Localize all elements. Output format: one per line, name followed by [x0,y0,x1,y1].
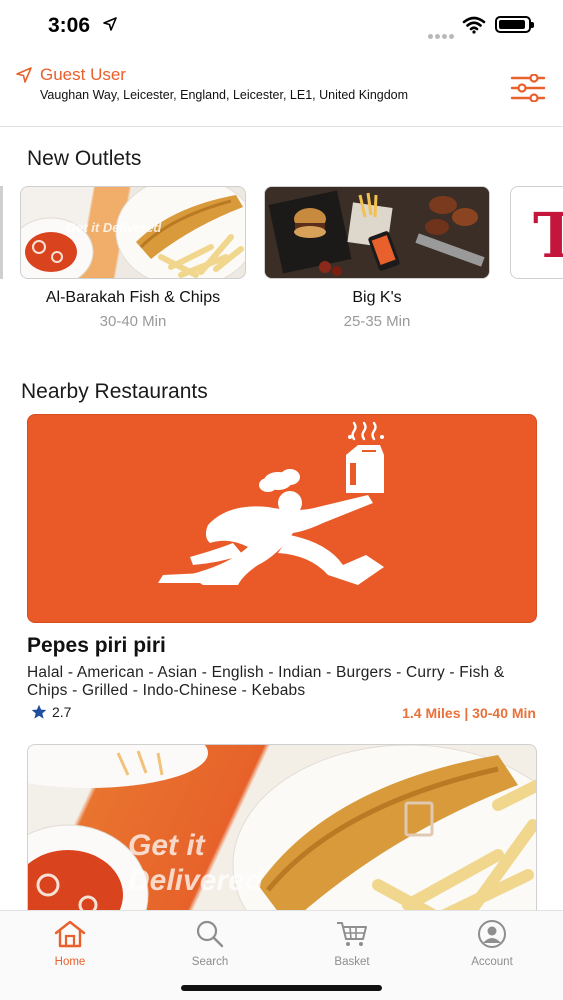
tab-search[interactable]: Search [165,919,255,968]
fish-and-chips-banner-image: Get it Delivered [28,745,536,923]
outlet-name: Al-Barakah Fish & Chips [45,289,221,306]
nearby-restaurants-title: Nearby Restaurants [21,380,208,403]
wifi-icon [462,16,486,34]
rating-value: 2.7 [52,704,72,720]
outlet-delivery-time: 30-40 Min [99,313,167,330]
tab-label: Basket [334,956,370,968]
running-chef-logo-icon [158,421,384,585]
watermark-text: Delivered [128,864,264,897]
restaurant-rating: 2.7 [31,704,71,720]
restaurant-distance-time: 1.4 Miles | 30-40 Min [402,705,536,721]
restaurant-banner[interactable] [27,414,537,623]
sliders-icon[interactable] [510,74,546,102]
outlet-image[interactable]: Get it Delivered [20,186,246,279]
tab-label: Search [191,956,229,968]
tab-label: Account [471,956,513,968]
outlet-card[interactable]: Big K's 25-35 Min [264,186,490,330]
tab-label: Home [54,956,86,968]
star-icon [31,704,47,719]
fish-and-chips-image: Get it Delivered [21,187,245,278]
outlet-name: Big K's [352,289,402,306]
guest-user-label[interactable]: Guest User [40,65,126,85]
outlet-card-peek-right[interactable]: T [510,186,563,279]
outlet-logo-letter: T [533,199,563,272]
delivery-address[interactable]: Vaughan Way, Leicester, England, Leicest… [40,88,408,102]
watermark-text: Get it Delivered [66,220,162,235]
location-services-icon [103,17,117,31]
status-bar: 3:06 [0,0,563,52]
outlet-image[interactable] [264,186,490,279]
restaurant-cuisines: Halal - American - Asian - English - Ind… [27,664,505,699]
tab-home[interactable]: Home [25,919,115,968]
tab-basket[interactable]: Basket [307,919,397,968]
new-outlets-title: New Outlets [27,147,142,170]
restaurant-banner[interactable]: Get it Delivered [27,744,537,924]
tab-account[interactable]: Account [447,919,537,968]
header: Guest User Vaughan Way, Leicester, Engla… [0,52,563,127]
status-time: 3:06 [48,14,91,37]
outlet-delivery-time: 25-35 Min [343,313,411,330]
outlet-card[interactable]: Get it Delivered Al-Barakah Fish & Chips… [20,186,246,330]
home-indicator [181,985,382,991]
basket-icon [337,922,367,946]
restaurant-name[interactable]: Pepes piri piri [27,634,166,658]
cellular-signal-icon [428,26,456,44]
watermark-text: Get it [128,829,207,862]
location-arrow-icon[interactable] [15,66,33,84]
home-icon [54,920,86,948]
outlet-card-peek-left[interactable] [0,186,3,279]
search-icon [196,920,224,948]
battery-icon [495,16,534,33]
burger-and-wings-image [265,187,489,278]
account-icon [478,920,506,948]
